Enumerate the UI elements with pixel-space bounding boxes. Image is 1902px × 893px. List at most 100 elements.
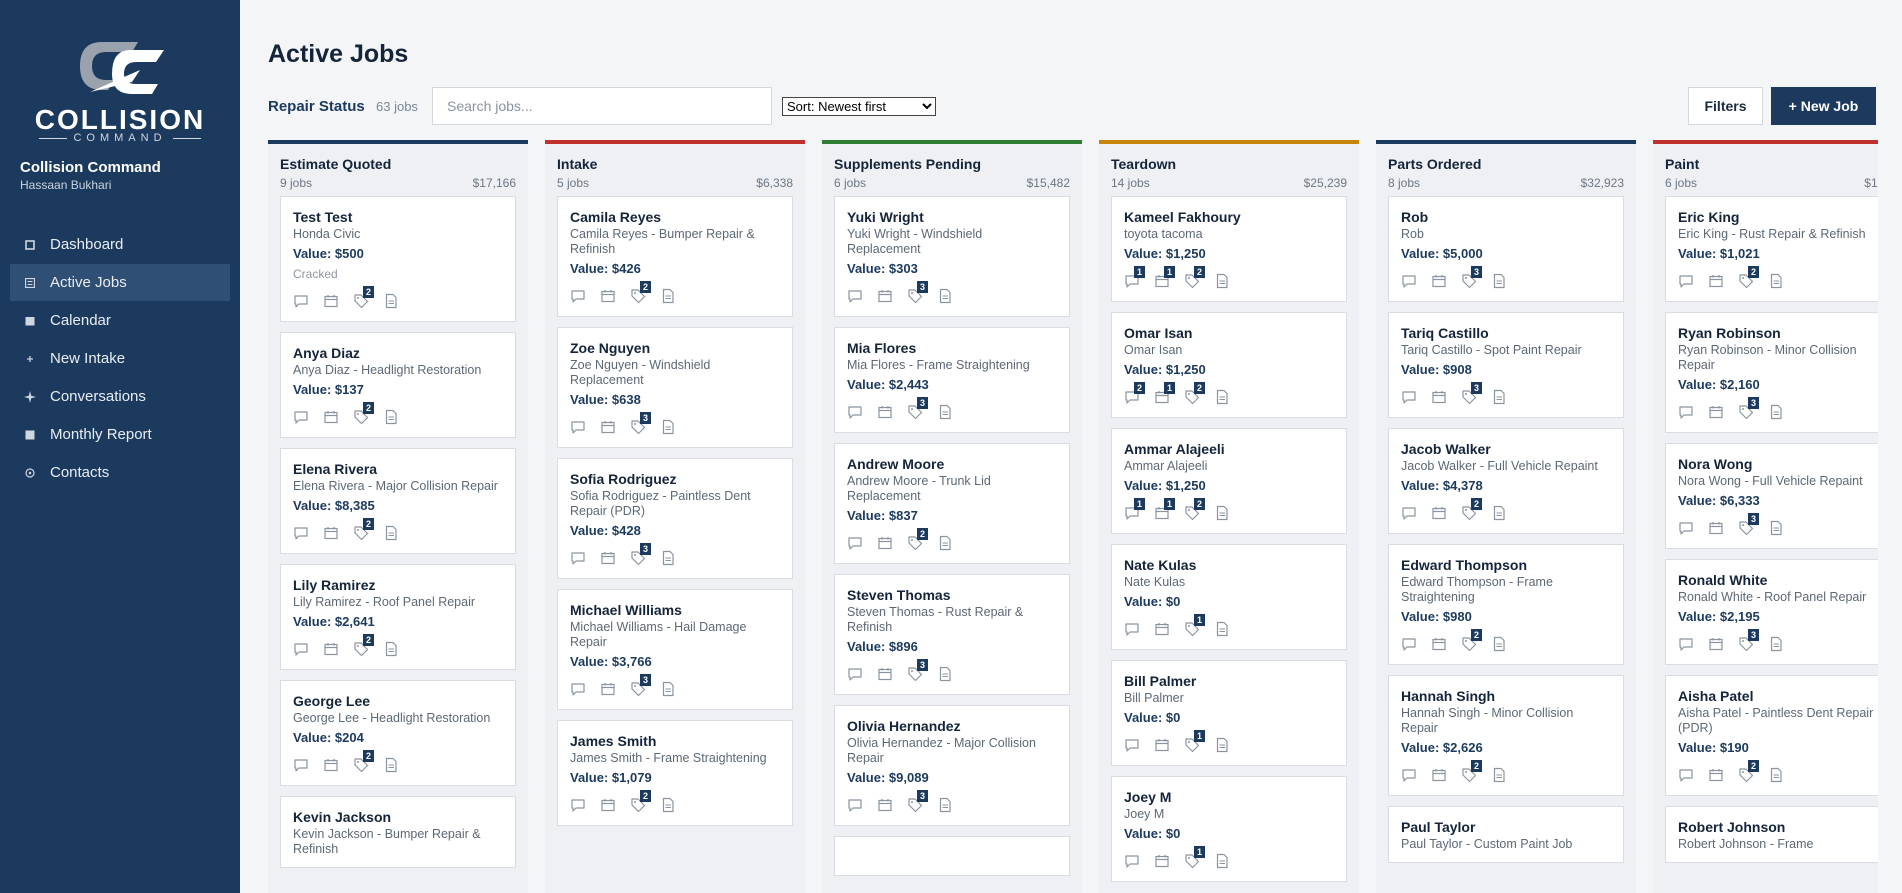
tag-icon[interactable]: 2 [630, 281, 651, 304]
calendar-icon[interactable] [877, 535, 893, 551]
tag-icon[interactable]: 3 [630, 674, 651, 697]
document-icon[interactable] [1214, 273, 1230, 289]
tag-icon[interactable]: 2 [1461, 498, 1482, 521]
document-icon[interactable] [937, 288, 953, 304]
tag-icon[interactable]: 3 [1738, 513, 1759, 536]
calendar-icon[interactable] [323, 525, 339, 541]
document-icon[interactable] [383, 525, 399, 541]
sidebar-item-active-jobs[interactable]: Active Jobs [10, 264, 230, 301]
job-card[interactable]: Tariq Castillo Tariq Castillo - Spot Pain… [1388, 312, 1624, 418]
job-card[interactable]: Ryan Robinson Ryan Robinson - Minor Colli… [1665, 312, 1878, 433]
calendar-icon[interactable] [600, 419, 616, 435]
messages-icon[interactable] [847, 404, 863, 420]
job-card[interactable]: Rob Rob Value: $5,000 3 [1388, 196, 1624, 302]
document-icon[interactable] [1214, 389, 1230, 405]
messages-icon[interactable] [847, 535, 863, 551]
sort-select[interactable]: Sort: Newest first [782, 97, 936, 116]
messages-icon[interactable] [1401, 636, 1417, 652]
messages-icon[interactable] [570, 419, 586, 435]
job-card[interactable]: Zoe Nguyen Zoe Nguyen - Windshield Replac… [557, 327, 793, 448]
messages-icon[interactable] [847, 797, 863, 813]
calendar-icon[interactable] [877, 666, 893, 682]
calendar-icon[interactable] [1708, 520, 1724, 536]
job-card[interactable]: Jacob Walker Jacob Walker - Full Vehicle … [1388, 428, 1624, 534]
tag-icon[interactable]: 3 [907, 397, 928, 420]
calendar-icon[interactable] [1431, 273, 1447, 289]
collision-command-logo[interactable]: COLLISION COMMAND [20, 36, 220, 144]
calendar-icon[interactable] [1708, 273, 1724, 289]
messages-icon[interactable] [293, 525, 309, 541]
calendar-icon[interactable] [600, 288, 616, 304]
tag-icon[interactable]: 3 [630, 412, 651, 435]
messages-icon[interactable]: 2 [1124, 382, 1145, 405]
calendar-icon[interactable] [600, 550, 616, 566]
sidebar-item-calendar[interactable]: Calendar [10, 302, 230, 339]
job-card[interactable]: Olivia Hernandez Olivia Hernandez - Major… [834, 705, 1070, 826]
messages-icon[interactable] [293, 641, 309, 657]
tag-icon[interactable]: 2 [1184, 266, 1205, 289]
tag-icon[interactable]: 3 [907, 659, 928, 682]
tag-icon[interactable]: 2 [353, 286, 374, 309]
document-icon[interactable] [660, 419, 676, 435]
document-icon[interactable] [1214, 505, 1230, 521]
tag-icon[interactable]: 3 [1738, 629, 1759, 652]
job-card[interactable]: Andrew Moore Andrew Moore - Trunk Lid Rep… [834, 443, 1070, 564]
tag-icon[interactable]: 2 [1738, 266, 1759, 289]
messages-icon[interactable] [1124, 853, 1140, 869]
tag-icon[interactable]: 2 [353, 750, 374, 773]
calendar-icon[interactable] [600, 681, 616, 697]
job-card[interactable]: Aisha Patel Aisha Patel - Paintless Dent … [1665, 675, 1878, 796]
tag-icon[interactable]: 2 [1184, 382, 1205, 405]
messages-icon[interactable] [1401, 767, 1417, 783]
tag-icon[interactable]: 3 [1461, 382, 1482, 405]
job-card[interactable]: Eric King Eric King - Rust Repair & Refin… [1665, 196, 1878, 302]
job-card[interactable]: Mia Flores Mia Flores - Frame Straighteni… [834, 327, 1070, 433]
calendar-icon[interactable] [1431, 389, 1447, 405]
messages-icon[interactable] [570, 681, 586, 697]
messages-icon[interactable] [1401, 273, 1417, 289]
document-icon[interactable] [660, 288, 676, 304]
messages-icon[interactable] [1124, 737, 1140, 753]
messages-icon[interactable] [293, 409, 309, 425]
tag-icon[interactable]: 3 [907, 790, 928, 813]
sidebar-item-new-intake[interactable]: New Intake [10, 340, 230, 377]
job-card[interactable]: Nora Wong Nora Wong - Full Vehicle Repain… [1665, 443, 1878, 549]
document-icon[interactable] [1768, 273, 1784, 289]
new-job-button[interactable]: + New Job [1771, 87, 1876, 125]
calendar-icon[interactable] [1154, 853, 1170, 869]
document-icon[interactable] [660, 681, 676, 697]
calendar-icon[interactable]: 1 [1154, 382, 1175, 405]
calendar-icon[interactable] [1708, 404, 1724, 420]
messages-icon[interactable] [293, 757, 309, 773]
calendar-icon[interactable]: 1 [1154, 498, 1175, 521]
calendar-icon[interactable] [1431, 636, 1447, 652]
job-card[interactable]: Kameel Fakhoury toyota tacoma Value: $1,25… [1111, 196, 1347, 302]
job-card[interactable]: Camila Reyes Camila Reyes - Bumper Repair… [557, 196, 793, 317]
calendar-icon[interactable] [877, 797, 893, 813]
messages-icon[interactable] [1124, 621, 1140, 637]
document-icon[interactable] [383, 293, 399, 309]
document-icon[interactable] [1768, 636, 1784, 652]
tag-icon[interactable]: 2 [353, 634, 374, 657]
sidebar-item-monthly-report[interactable]: Monthly Report [10, 416, 230, 453]
document-icon[interactable] [660, 550, 676, 566]
document-icon[interactable] [1491, 505, 1507, 521]
messages-icon[interactable] [570, 288, 586, 304]
document-icon[interactable] [383, 757, 399, 773]
calendar-icon[interactable] [1708, 767, 1724, 783]
document-icon[interactable] [1768, 767, 1784, 783]
document-icon[interactable] [660, 797, 676, 813]
document-icon[interactable] [383, 641, 399, 657]
document-icon[interactable] [1491, 767, 1507, 783]
messages-icon[interactable] [1678, 520, 1694, 536]
messages-icon[interactable] [1401, 505, 1417, 521]
job-card[interactable]: Anya Diaz Anya Diaz - Headlight Restorati… [280, 332, 516, 438]
job-card[interactable]: Hannah Singh Hannah Singh - Minor Collisi… [1388, 675, 1624, 796]
sidebar-item-contacts[interactable]: Contacts [10, 454, 230, 491]
messages-icon[interactable] [1678, 404, 1694, 420]
job-card[interactable]: Omar Isan Omar Isan Value: $1,250 2 1 2 [1111, 312, 1347, 418]
tag-icon[interactable]: 2 [1738, 760, 1759, 783]
messages-icon[interactable]: 1 [1124, 266, 1145, 289]
messages-icon[interactable] [293, 293, 309, 309]
tag-icon[interactable]: 2 [630, 790, 651, 813]
